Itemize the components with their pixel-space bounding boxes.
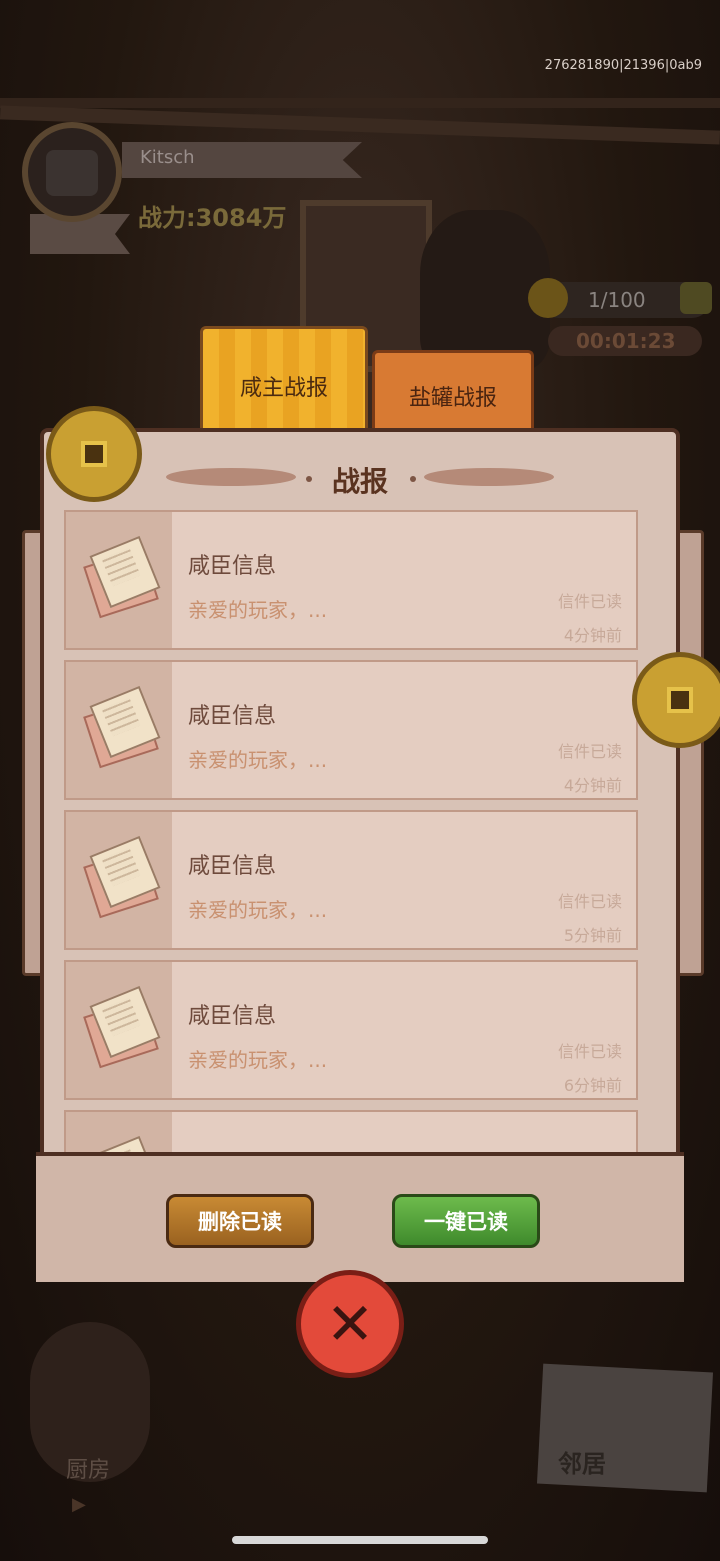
kitchen-label: 厨房 <box>66 1458 111 1483</box>
coin-icon <box>46 406 142 502</box>
tab-salt-lord-report[interactable]: 咸主战报 <box>200 326 368 430</box>
message-status: 信件已读 <box>557 1042 622 1061</box>
close-icon: ✕ <box>325 1290 375 1358</box>
mark-all-read-button[interactable]: 一键已读 <box>392 1194 540 1248</box>
message-item[interactable]: 咸臣信息 亲爱的玩家，... 信件已读 4分钟前 <box>64 510 638 650</box>
message-time: 5分钟前 <box>563 926 622 945</box>
message-time: 4分钟前 <box>563 776 622 795</box>
player-power: 战力:3084万 <box>138 204 287 232</box>
message-title: 咸臣信息 <box>188 854 277 879</box>
panel-footer: 删除已读 一键已读 <box>36 1152 684 1282</box>
add-resource-button[interactable] <box>680 282 712 314</box>
letter-icon <box>83 984 161 1069</box>
letter-icon <box>83 534 161 619</box>
play-arrow-icon: ▶ <box>72 1494 86 1515</box>
message-status: 信件已读 <box>557 892 622 911</box>
tab-salt-jar-report[interactable]: 盐罐战报 <box>372 350 534 430</box>
message-preview: 亲爱的玩家，... <box>188 748 328 772</box>
message-title: 咸臣信息 <box>188 704 277 729</box>
player-avatar[interactable] <box>22 122 122 222</box>
message-item[interactable]: 咸臣信息 亲爱的玩家，... 信件已读 4分钟前 <box>64 660 638 800</box>
message-status: 信件已读 <box>557 592 622 611</box>
message-preview: 亲爱的玩家，... <box>188 598 328 622</box>
message-item[interactable]: 咸臣信息 亲爱的玩家，... 信件已读 6分钟前 <box>64 960 638 1100</box>
message-time: 6分钟前 <box>563 1076 622 1095</box>
message-title: 咸臣信息 <box>188 1004 277 1029</box>
message-status: 信件已读 <box>557 742 622 761</box>
message-time: 4分钟前 <box>563 626 622 645</box>
player-name: Kitsch <box>140 147 195 168</box>
coin-icon <box>632 652 720 748</box>
message-item[interactable]: 咸臣信息 <box>64 1110 638 1156</box>
background-beam <box>0 98 720 108</box>
server-id-code: 276281890|21396|0ab9 <box>544 58 702 73</box>
letter-icon <box>83 834 161 919</box>
resource-count: 1/100 <box>588 288 646 312</box>
battle-report-panel: 战报 咸臣信息 亲爱的玩家，... 信件已读 4分钟前 咸臣信息 亲爱的玩家，.… <box>36 428 684 1282</box>
close-button[interactable]: ✕ <box>296 1270 404 1378</box>
message-list[interactable]: 咸臣信息 亲爱的玩家，... 信件已读 4分钟前 咸臣信息 亲爱的玩家，... … <box>64 510 638 1156</box>
message-preview: 亲爱的玩家，... <box>188 1048 328 1072</box>
energy-icon <box>528 278 568 318</box>
neighbor-label: 邻居 <box>558 1450 606 1478</box>
message-item[interactable]: 咸臣信息 亲爱的玩家，... 信件已读 5分钟前 <box>64 810 638 950</box>
message-title: 咸臣信息 <box>188 554 277 579</box>
message-preview: 亲爱的玩家，... <box>188 898 328 922</box>
resource-timer: 00:01:23 <box>576 329 676 353</box>
home-indicator[interactable] <box>232 1536 488 1544</box>
letter-icon <box>83 684 161 769</box>
delete-read-button[interactable]: 删除已读 <box>166 1194 314 1248</box>
